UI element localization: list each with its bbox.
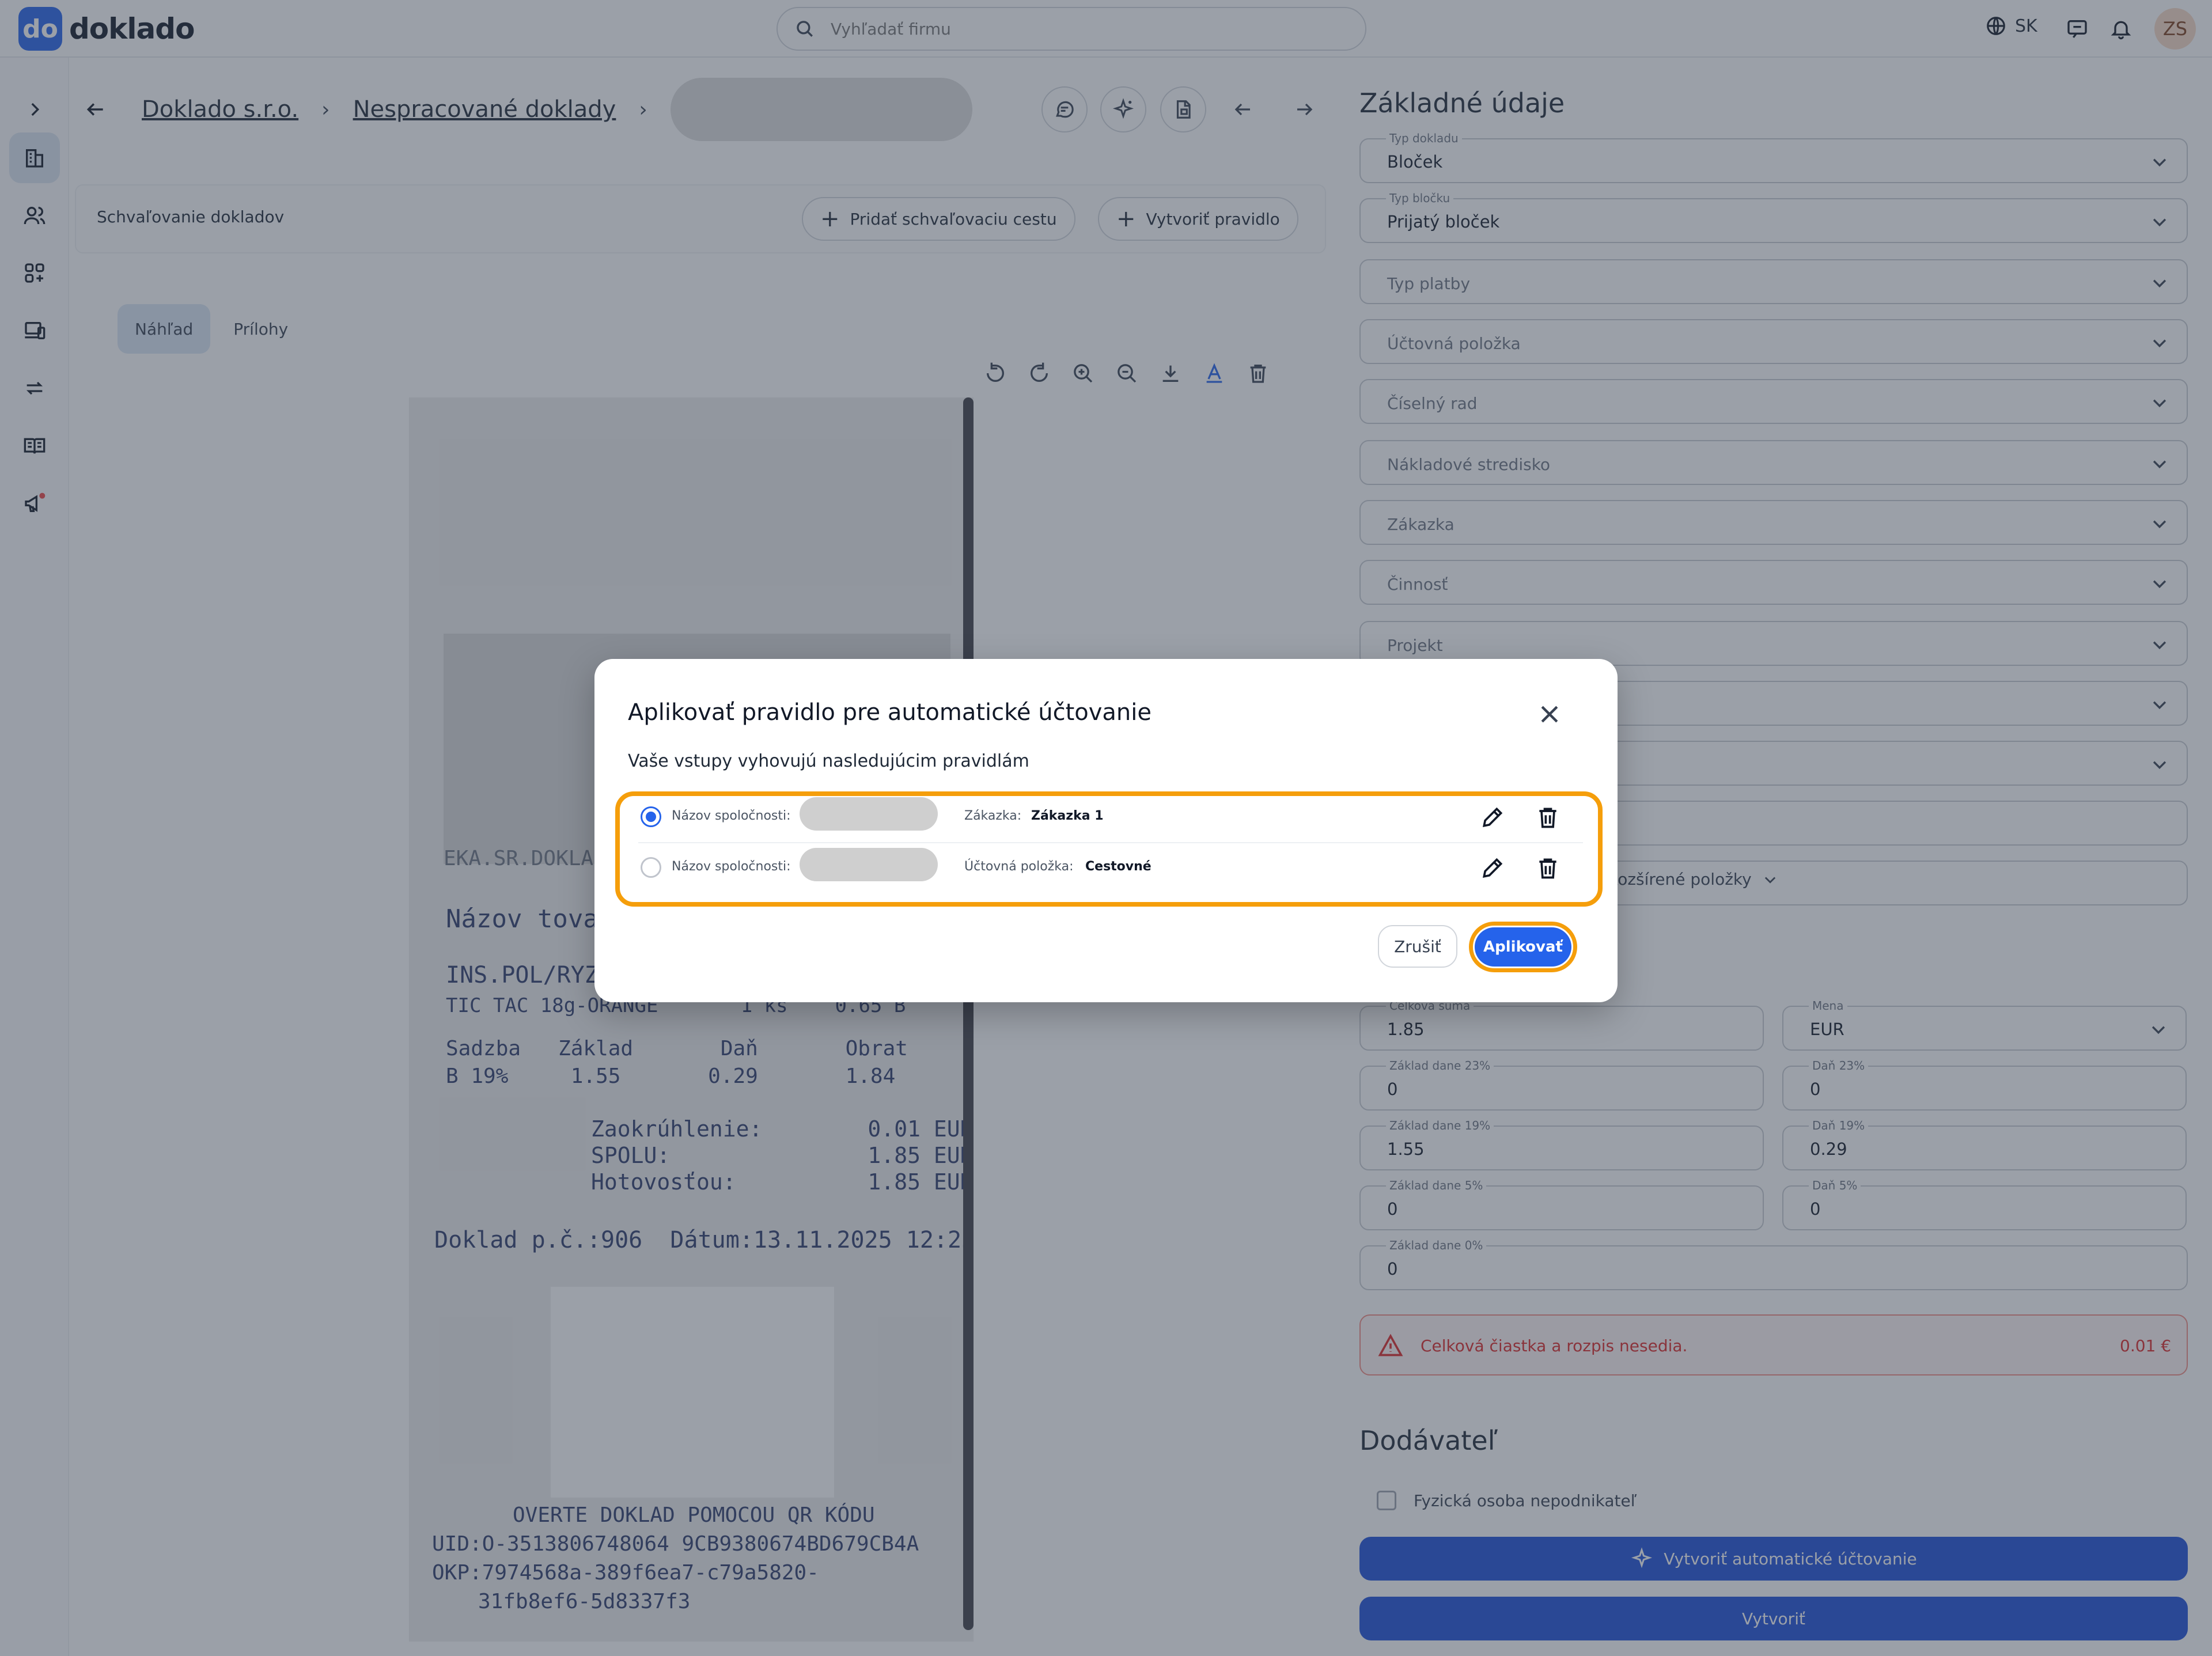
pencil-icon[interactable] <box>1478 854 1507 882</box>
rule-key-label: Zákazka: <box>964 809 1022 823</box>
rule-option[interactable]: Názov spoločnosti: Účtovná položka: Cest… <box>620 842 1598 893</box>
rule-radio[interactable] <box>641 857 661 878</box>
rule-option[interactable]: Názov spoločnosti: Zákazka: Zákazka 1 <box>620 791 1598 842</box>
trash-icon[interactable] <box>1533 803 1562 832</box>
modal-subtitle: Vaše vstupy vyhovujú nasledujúcim pravid… <box>628 751 1029 771</box>
redacted-company-name <box>800 848 938 881</box>
redacted-company-name <box>800 797 938 831</box>
rule-company-label: Názov spoločnosti: <box>672 809 791 823</box>
rule-key-value: Cestovné <box>1085 859 1152 874</box>
rule-company-label: Názov spoločnosti: <box>672 859 791 874</box>
close-icon[interactable] <box>1535 699 1565 729</box>
rule-key-value: Zákazka 1 <box>1031 809 1104 823</box>
cancel-button[interactable]: Zrušiť <box>1378 925 1457 968</box>
trash-icon[interactable] <box>1533 854 1562 882</box>
rule-key-label: Účtovná položka: <box>964 859 1074 874</box>
rule-radio[interactable] <box>641 806 661 827</box>
pencil-icon[interactable] <box>1478 803 1507 832</box>
apply-button[interactable]: Aplikovať <box>1475 927 1571 967</box>
modal-title: Aplikovať pravidlo pre automatické účtov… <box>628 699 1152 726</box>
